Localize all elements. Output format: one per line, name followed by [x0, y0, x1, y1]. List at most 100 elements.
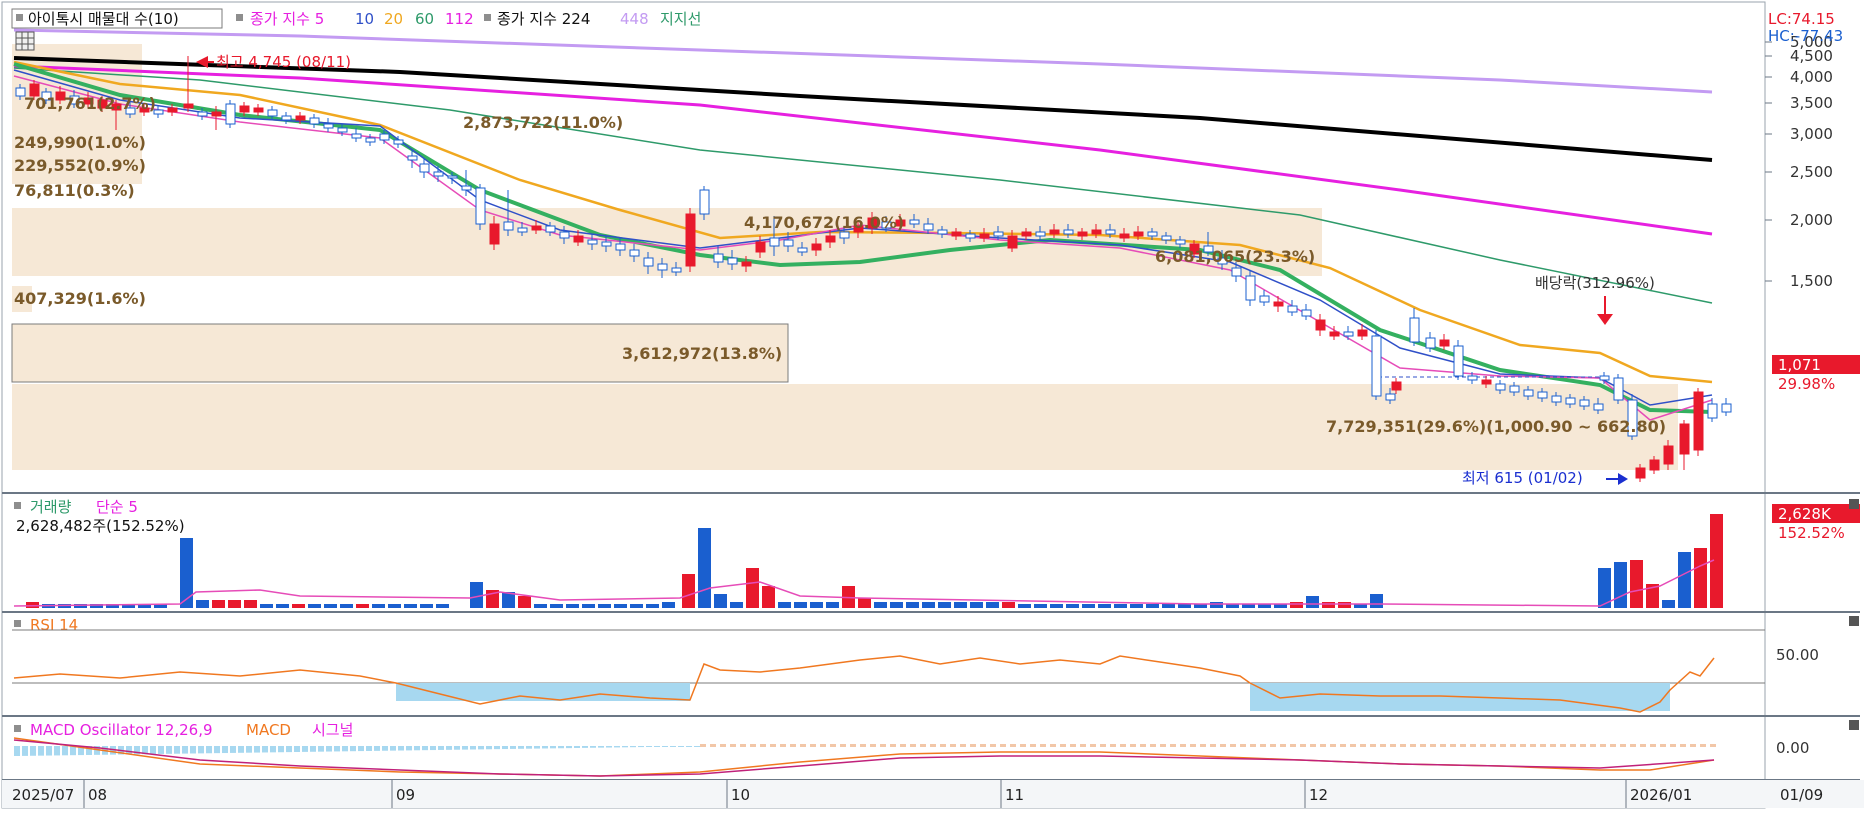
macd-bar: [1300, 744, 1306, 747]
volume-bar: [372, 604, 385, 608]
x-tick: 01/09: [1780, 786, 1823, 804]
macd-bar: [1190, 744, 1196, 747]
candle-body: [1343, 331, 1354, 337]
macd-bar: [1580, 744, 1586, 747]
volume-bar: [566, 604, 579, 608]
volume-bar: [550, 604, 563, 608]
volume-bar: [388, 604, 401, 608]
candle-body: [1613, 377, 1624, 401]
candle-body: [1385, 393, 1396, 401]
candle-body: [1231, 267, 1242, 277]
macd-bar: [1600, 744, 1606, 747]
current-change: 29.98%: [1778, 375, 1835, 393]
vp-label: 249,990(1.0%): [14, 133, 146, 152]
macd-bar: [1160, 744, 1166, 747]
macd-bar: [1650, 744, 1656, 747]
macd-bar: [318, 746, 324, 752]
macd-bar: [526, 746, 532, 749]
volume-bar: [1002, 602, 1015, 608]
x-tick: 11: [1005, 786, 1024, 804]
macd-bar: [1500, 744, 1506, 747]
volume-bar: [906, 602, 919, 608]
hc-label: HC:-77.43: [1768, 27, 1843, 45]
macd-bar: [398, 746, 404, 751]
candle-body: [825, 235, 836, 243]
candle-body: [267, 109, 278, 117]
candle-body: [1371, 335, 1382, 397]
macd-bar: [510, 746, 516, 749]
candle-body: [1565, 397, 1576, 405]
candle-body: [727, 257, 738, 265]
volume-bar: [420, 604, 433, 608]
chart-svg: 5,0004,5004,0003,5003,0002,5002,0001,500…: [0, 0, 1867, 810]
volume-bar: [228, 600, 241, 608]
candle-body: [1091, 229, 1102, 235]
macd-bar: [860, 744, 866, 747]
volume-bar: [1082, 604, 1095, 608]
macd-bar: [1710, 744, 1716, 747]
grid-icon[interactable]: [15, 31, 35, 51]
svg-text:거래량: 거래량: [30, 498, 72, 516]
candle-body: [839, 231, 850, 239]
vp-label: 2,873,722(11.0%): [463, 113, 623, 132]
volume-close-icon[interactable]: [1849, 499, 1859, 509]
candle-body: [419, 163, 430, 173]
macd-bar: [190, 746, 196, 754]
macd-bar: [1020, 744, 1026, 747]
volume-bar: [260, 604, 273, 608]
x-tick: 12: [1309, 786, 1328, 804]
macd-bar: [1170, 744, 1176, 747]
macd-bar: [980, 744, 986, 747]
price-tick-label: 3,500: [1790, 94, 1833, 112]
volume-bar: [1098, 604, 1111, 608]
volume-bar: [1678, 552, 1691, 608]
candle-body: [1315, 319, 1326, 331]
volume-bar: [518, 596, 531, 608]
macd-bar: [486, 746, 492, 750]
candle-body: [1077, 231, 1088, 237]
volume-bar: [1034, 604, 1047, 608]
macd-bar: [582, 746, 588, 748]
macd-bar: [1240, 744, 1246, 747]
macd-bar: [342, 746, 348, 752]
svg-text:MACD: MACD: [246, 721, 291, 739]
rsi-close-icon[interactable]: [1849, 616, 1859, 626]
candle-body: [979, 233, 990, 239]
candle-body: [281, 115, 292, 121]
macd-bar: [770, 744, 776, 747]
volume-bar: [730, 602, 743, 608]
svg-text:최고 4,745 (08/11): 최고 4,745 (08/11): [216, 53, 351, 71]
candle-body: [965, 233, 976, 239]
volume-bar: [1370, 594, 1383, 608]
macd-close-icon[interactable]: [1849, 720, 1859, 730]
macd-bar: [1110, 744, 1116, 747]
macd-bar: [1680, 744, 1686, 747]
macd-bar: [1430, 744, 1436, 747]
macd-bar: [1290, 744, 1296, 747]
macd-bar: [166, 746, 172, 754]
candle-body: [1147, 231, 1158, 237]
macd-bar: [302, 746, 308, 752]
stock-chart: 5,000 4,500 4,000 3,500 3,000 2,500 2,000 1,500…: [0, 0, 1867, 810]
macd-bar: [646, 746, 652, 747]
candle-body: [1649, 459, 1660, 471]
macd-bar: [1660, 744, 1666, 747]
candle-body: [993, 231, 1004, 237]
macd-bar: [1120, 744, 1126, 747]
candle-body: [503, 221, 514, 231]
macd-bar: [1690, 744, 1696, 747]
candle-body: [1537, 391, 1548, 399]
macd-bar: [720, 744, 726, 747]
macd-bar: [990, 744, 996, 747]
volume-bar: [180, 538, 193, 608]
macd-bar: [900, 744, 906, 747]
macd-bar: [1490, 744, 1496, 747]
macd-bar: [1450, 744, 1456, 747]
volume-bar: [1614, 562, 1627, 608]
candle-body: [741, 261, 752, 267]
volume-bar: [1162, 604, 1175, 608]
volume-bar: [662, 602, 675, 608]
macd-bar: [1460, 744, 1466, 747]
macd-bar: [750, 744, 756, 747]
volume-bar: [630, 604, 643, 608]
